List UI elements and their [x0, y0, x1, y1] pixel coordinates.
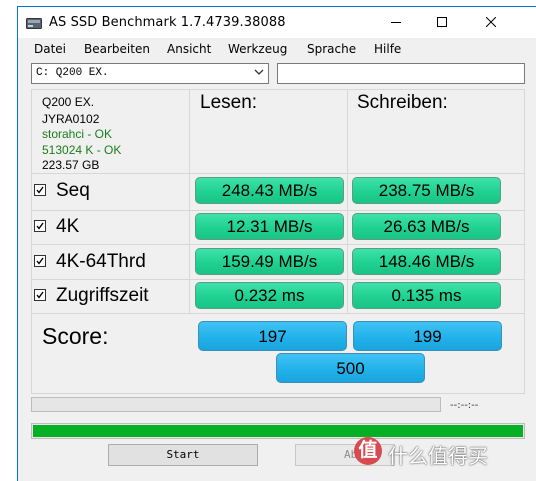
checkmark-icon: [36, 257, 44, 265]
4k-64thrd-checkbox[interactable]: [34, 255, 46, 267]
drive-app-icon: [26, 18, 42, 29]
drive-firmware: JYRA0102: [42, 112, 100, 126]
driver-status: storahci - OK: [42, 127, 113, 141]
maximize-button[interactable]: [419, 7, 465, 38]
current-progress-bar: [31, 397, 441, 412]
4k-64thrd-label: 4K-64Thrd: [56, 251, 146, 272]
window-title: AS SSD Benchmark 1.7.4739.38088: [49, 15, 286, 30]
menu-bearbeiten[interactable]: Bearbeiten: [84, 42, 150, 56]
4k-64thrd-write-result: 148.46 MB/s: [352, 248, 501, 275]
drive-capacity: 223.57 GB: [42, 158, 100, 172]
menu-sprache[interactable]: Sprache: [307, 42, 356, 56]
grid-line: [31, 313, 525, 314]
checkmark-icon: [36, 186, 44, 194]
score-write: 199: [353, 321, 502, 351]
menu-datei[interactable]: Datei: [34, 42, 66, 56]
grid-line: [31, 210, 525, 211]
4k-checkbox[interactable]: [34, 220, 46, 232]
drive-model: Q200 EX.: [42, 95, 95, 109]
drive-dropdown[interactable]: C: Q200 EX.: [31, 63, 269, 84]
4k-read-result: 12.31 MB/s: [195, 213, 344, 240]
watermark-badge-icon: 值: [354, 437, 382, 465]
watermark-text: 什么值得买: [388, 446, 488, 468]
access-time-write-result: 0.135 ms: [352, 282, 501, 309]
start-button[interactable]: Start: [108, 444, 258, 466]
seq-read-result: 248.43 MB/s: [195, 177, 344, 204]
elapsed-time: --:--:--: [450, 400, 479, 411]
seq-label: Seq: [56, 180, 90, 201]
score-read: 197: [198, 321, 347, 351]
access-time-read-result: 0.232 ms: [195, 282, 344, 309]
title-bar[interactable]: AS SSD Benchmark 1.7.4739.38088: [18, 7, 536, 38]
grid-line: [31, 279, 525, 280]
checkmark-icon: [36, 291, 44, 299]
grid-line: [31, 244, 525, 245]
write-column-header: Schreiben:: [357, 92, 448, 113]
close-icon: [486, 17, 496, 27]
minimize-icon: [391, 22, 401, 23]
seq-checkbox[interactable]: [34, 184, 46, 196]
access-time-label: Zugriffszeit: [56, 285, 149, 306]
maximize-icon: [437, 17, 447, 27]
alignment-status: 513024 K - OK: [42, 143, 122, 157]
grid-line: [31, 89, 525, 90]
grid-line: [31, 393, 525, 394]
score-label: Score:: [42, 323, 109, 349]
4k-64thrd-read-result: 159.49 MB/s: [195, 248, 344, 275]
site-watermark: 值 什么值得买: [354, 436, 536, 470]
grid-line: [524, 89, 525, 393]
4k-label: 4K: [56, 216, 80, 237]
app-window: AS SSD Benchmark 1.7.4739.38088 Datei Be…: [17, 6, 536, 481]
menu-bar: Datei Bearbeiten Ansicht Werkzeug Sprach…: [18, 38, 536, 59]
read-column-header: Lesen:: [200, 92, 258, 113]
close-button[interactable]: [468, 7, 514, 38]
drive-dropdown-value: C: Q200 EX.: [36, 67, 109, 79]
menu-werkzeug[interactable]: Werkzeug: [228, 42, 287, 56]
access-time-checkbox[interactable]: [34, 289, 46, 301]
path-text-field[interactable]: [277, 63, 525, 84]
score-total: 500: [276, 353, 425, 383]
chevron-down-icon: [254, 69, 264, 75]
menu-hilfe[interactable]: Hilfe: [374, 42, 401, 56]
seq-write-result: 238.75 MB/s: [352, 177, 501, 204]
menu-ansicht[interactable]: Ansicht: [167, 42, 211, 56]
grid-line: [31, 89, 32, 393]
grid-line: [31, 173, 525, 174]
checkmark-icon: [36, 222, 44, 230]
minimize-button[interactable]: [373, 7, 419, 38]
4k-write-result: 26.63 MB/s: [352, 213, 501, 240]
